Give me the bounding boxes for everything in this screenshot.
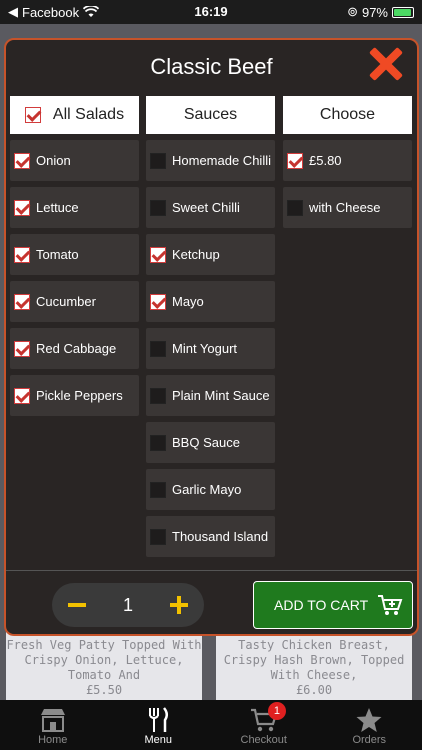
option-label: Thousand Island	[172, 529, 269, 544]
option-checkbox[interactable]	[150, 152, 166, 169]
option-item[interactable]: Ketchup	[146, 234, 275, 275]
option-item[interactable]: Red Cabbage	[10, 328, 139, 369]
option-label: Lettuce	[36, 200, 79, 215]
column-header-label: All Salads	[52, 106, 125, 123]
select-all-checkbox[interactable]	[24, 107, 41, 123]
column-header-label: Choose	[319, 106, 376, 123]
option-label: Onion	[36, 153, 71, 168]
option-item[interactable]: Mint Yogurt	[146, 328, 275, 369]
option-item[interactable]: Lettuce	[10, 187, 139, 228]
menu-card-description: Fresh Veg Patty Topped With Crispy Onion…	[6, 638, 202, 682]
battery-percent: 97%	[361, 4, 388, 20]
options-column: Sauces Homemade Chilli Sweet Chilli Ketchup…	[146, 96, 275, 557]
orientation-lock-icon: ⊚	[347, 4, 358, 19]
plus-icon[interactable]	[170, 596, 188, 614]
option-label: Mint Yogurt	[172, 341, 238, 356]
option-checkbox[interactable]	[150, 434, 166, 451]
option-item[interactable]: Homemade Chilli	[146, 140, 275, 181]
battery-icon	[392, 6, 414, 18]
option-label: £5.80	[309, 153, 342, 168]
cart-count-badge: 1	[267, 702, 286, 720]
option-checkbox[interactable]	[150, 481, 166, 498]
option-item[interactable]: with Cheese	[283, 187, 412, 228]
option-label: Tomato	[36, 247, 79, 262]
tab-menu[interactable]: Menu	[106, 700, 212, 750]
status-bar: ◀ Facebook 16:19 ⊚ 97%	[0, 0, 422, 24]
close-icon[interactable]	[365, 44, 405, 84]
option-label: Garlic Mayo	[172, 482, 242, 497]
option-item[interactable]: Cucumber	[10, 281, 139, 322]
option-checkbox[interactable]	[14, 340, 30, 357]
menu-card-price: £6.00	[295, 683, 333, 697]
product-options-modal: Classic Beef All Salads Onion Lettuce Tomat…	[4, 38, 419, 636]
tab-label: Checkout	[240, 734, 287, 746]
store-icon	[40, 709, 65, 732]
option-label: Ketchup	[172, 247, 220, 262]
option-checkbox[interactable]	[14, 387, 30, 404]
cart-plus-icon	[378, 595, 403, 615]
option-item[interactable]: BBQ Sauce	[146, 422, 275, 463]
option-item[interactable]: Sweet Chilli	[146, 187, 275, 228]
add-to-cart-button[interactable]: ADD TO CART	[253, 581, 413, 629]
column-header-label: Sauces	[183, 106, 238, 123]
option-item[interactable]: Thousand Island	[146, 516, 275, 557]
option-checkbox[interactable]	[150, 199, 166, 216]
option-item[interactable]: Onion	[10, 140, 139, 181]
option-checkbox[interactable]	[150, 293, 166, 310]
tab-label: Menu	[144, 734, 173, 746]
fork-knife-icon	[149, 707, 169, 732]
column-header[interactable]: All Salads	[10, 96, 139, 134]
option-label: Red Cabbage	[36, 341, 117, 356]
option-checkbox[interactable]	[14, 152, 30, 169]
bottom-tab-bar: Home Menu 1 Checkout Orders	[0, 700, 422, 750]
option-checkbox[interactable]	[14, 246, 30, 263]
tab-home[interactable]: Home	[0, 700, 106, 750]
option-checkbox[interactable]	[150, 340, 166, 357]
option-item[interactable]: Pickle Peppers	[10, 375, 139, 416]
option-item[interactable]: Mayo	[146, 281, 275, 322]
menu-card-price: £5.50	[85, 683, 123, 697]
option-checkbox[interactable]	[287, 152, 303, 169]
options-column: All Salads Onion Lettuce Tomato Cucumber Red …	[10, 96, 139, 416]
option-item[interactable]: Tomato	[10, 234, 139, 275]
option-checkbox[interactable]	[150, 246, 166, 263]
add-to-cart-label: ADD TO CART	[274, 597, 369, 613]
option-label: Mayo	[172, 294, 204, 309]
option-item[interactable]: £5.80	[283, 140, 412, 181]
option-checkbox[interactable]	[14, 199, 30, 216]
tab-orders[interactable]: Orders	[317, 700, 422, 750]
option-checkbox[interactable]	[150, 528, 166, 545]
option-item[interactable]: Plain Mint Sauce	[146, 375, 275, 416]
option-label: Cucumber	[36, 294, 96, 309]
tab-label: Home	[38, 734, 68, 746]
menu-card-description: Tasty Chicken Breast, Crispy Hash Brown,…	[223, 638, 405, 682]
option-label: with Cheese	[309, 200, 381, 215]
tab-label: Orders	[352, 734, 387, 746]
modal-footer: 1 ADD TO CART	[6, 570, 417, 636]
column-header: Choose	[283, 96, 412, 134]
option-checkbox[interactable]	[287, 199, 303, 216]
option-checkbox[interactable]	[14, 293, 30, 310]
option-label: Homemade Chilli	[172, 153, 271, 168]
column-header: Sauces	[146, 96, 275, 134]
modal-title: Classic Beef	[150, 54, 273, 79]
quantity-stepper: 1	[52, 583, 204, 627]
option-label: BBQ Sauce	[172, 435, 240, 450]
options-column: Choose £5.80 with Cheese	[283, 96, 412, 228]
option-label: Pickle Peppers	[36, 388, 123, 403]
option-label: Sweet Chilli	[172, 200, 240, 215]
tab-checkout[interactable]: 1 Checkout	[211, 700, 317, 750]
option-item[interactable]: Garlic Mayo	[146, 469, 275, 510]
option-checkbox[interactable]	[150, 387, 166, 404]
option-label: Plain Mint Sauce	[172, 388, 270, 403]
star-icon	[356, 708, 382, 732]
